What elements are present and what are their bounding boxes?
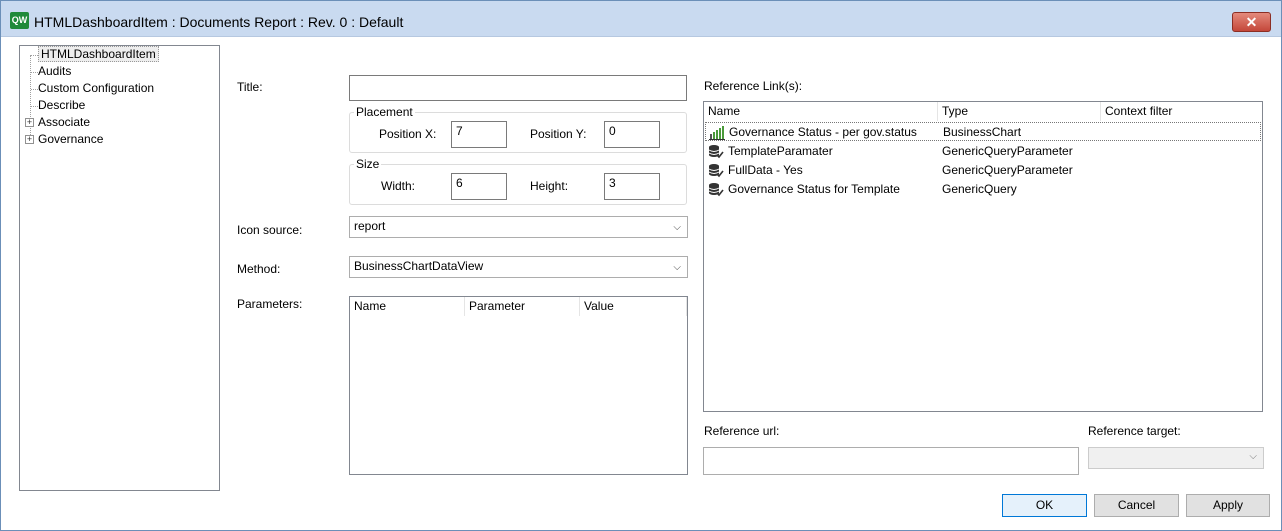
reference-type: GenericQuery (942, 182, 1017, 196)
tree-item-label: Describe (38, 98, 86, 112)
reference-links-header: Name Type Context filter (704, 102, 1262, 121)
parameters-label: Parameters: (237, 297, 303, 311)
title-label: Title: (237, 80, 263, 94)
position-y-label: Position Y: (530, 127, 587, 141)
reference-type: GenericQueryParameter (942, 163, 1073, 177)
size-legend: Size (354, 157, 382, 171)
database-query-icon (708, 145, 724, 159)
chevron-down-icon: ⌵ (673, 222, 681, 233)
tree-item-htmldashboarditem[interactable]: HTMLDashboardItem (38, 46, 159, 63)
reference-type: GenericQueryParameter (942, 144, 1073, 158)
column-header-value[interactable]: Value (580, 297, 687, 316)
expand-plus-icon[interactable]: + (25, 135, 34, 144)
reference-link-row[interactable]: Governance Status - per gov.status Busin… (705, 122, 1261, 141)
height-label: Height: (530, 179, 569, 193)
chevron-down-icon: ⌵ (673, 262, 681, 273)
tree-connector-line (30, 55, 31, 141)
reference-name: FullData - Yes (728, 163, 803, 177)
column-header-name[interactable]: Name (350, 297, 465, 316)
chevron-down-icon: ⌵ (1249, 451, 1257, 462)
navigation-tree: HTMLDashboardItem Audits Custom Configur… (19, 45, 220, 491)
tree-connector-line (31, 89, 38, 90)
title-bar[interactable]: QW HTMLDashboardItem : Documents Report … (1, 1, 1281, 37)
tree-item-custom-configuration[interactable]: Custom Configuration (38, 80, 154, 97)
tree-connector-line (31, 106, 38, 107)
reference-link-row[interactable]: TemplateParamater GenericQueryParameter (705, 142, 1261, 161)
column-header-parameter[interactable]: Parameter (465, 297, 580, 316)
tree-item-label: Governance (38, 132, 104, 146)
reference-type: BusinessChart (943, 125, 1022, 139)
width-label: Width: (381, 179, 416, 193)
apply-button[interactable]: Apply (1186, 494, 1270, 517)
method-value: BusinessChartDataView (354, 259, 484, 273)
database-query-icon (708, 183, 724, 197)
tree-item-describe[interactable]: Describe (38, 97, 85, 114)
reference-name: Governance Status for Template (728, 182, 900, 196)
bar-chart-icon (709, 126, 725, 140)
reference-name: TemplateParamater (728, 144, 833, 158)
column-header-type[interactable]: Type (938, 102, 1101, 121)
placement-legend: Placement (354, 105, 415, 119)
method-label: Method: (237, 262, 281, 276)
reference-target-label: Reference target: (1088, 424, 1181, 438)
method-dropdown[interactable]: BusinessChartDataView ⌵ (349, 256, 688, 278)
height-input[interactable]: 3 (604, 173, 660, 200)
reference-name: Governance Status - per gov.status (729, 125, 917, 139)
window-title: HTMLDashboardItem : Documents Report : R… (34, 14, 404, 30)
tree-item-label: Audits (38, 64, 72, 78)
app-logo-icon: QW (10, 12, 29, 29)
icon-source-value: report (354, 219, 386, 233)
tree-item-label: Custom Configuration (38, 81, 155, 95)
icon-source-label: Icon source: (237, 223, 303, 237)
dialog-content: HTMLDashboardItem Audits Custom Configur… (1, 38, 1281, 530)
column-header-context-filter[interactable]: Context filter (1101, 102, 1262, 121)
reference-url-label: Reference url: (704, 424, 780, 438)
tree-connector-line (31, 72, 38, 73)
tree-item-audits[interactable]: Audits (38, 63, 71, 80)
tree-item-governance[interactable]: Governance (38, 131, 103, 148)
close-button[interactable]: ✕ (1232, 12, 1271, 32)
cancel-button[interactable]: Cancel (1094, 494, 1179, 517)
parameters-list[interactable]: Name Parameter Value (349, 296, 688, 475)
dialog-window: QW HTMLDashboardItem : Documents Report … (0, 0, 1282, 531)
width-input[interactable]: 6 (451, 173, 507, 200)
icon-source-dropdown[interactable]: report ⌵ (349, 216, 688, 238)
reference-link-row[interactable]: FullData - Yes GenericQueryParameter (705, 161, 1261, 180)
tree-item-label: Associate (38, 115, 91, 129)
tree-item-label: HTMLDashboardItem (38, 46, 159, 62)
reference-link-row[interactable]: Governance Status for Template GenericQu… (705, 180, 1261, 199)
database-query-icon (708, 164, 724, 178)
ok-button[interactable]: OK (1002, 494, 1087, 517)
expand-plus-icon[interactable]: + (25, 118, 34, 127)
reference-url-input[interactable] (703, 447, 1079, 475)
position-x-label: Position X: (379, 127, 437, 141)
title-input[interactable] (349, 75, 687, 101)
tree-connector-line (31, 55, 38, 56)
column-header-name[interactable]: Name (704, 102, 938, 121)
position-y-input[interactable]: 0 (604, 121, 660, 148)
position-x-input[interactable]: 7 (451, 121, 507, 148)
reference-links-list[interactable]: Name Type Context filter Governance Stat… (703, 101, 1263, 412)
parameters-list-header: Name Parameter Value (350, 297, 687, 316)
reference-target-dropdown[interactable]: ⌵ (1088, 447, 1264, 469)
tree-item-associate[interactable]: Associate (38, 114, 90, 131)
reference-links-label: Reference Link(s): (704, 79, 803, 93)
